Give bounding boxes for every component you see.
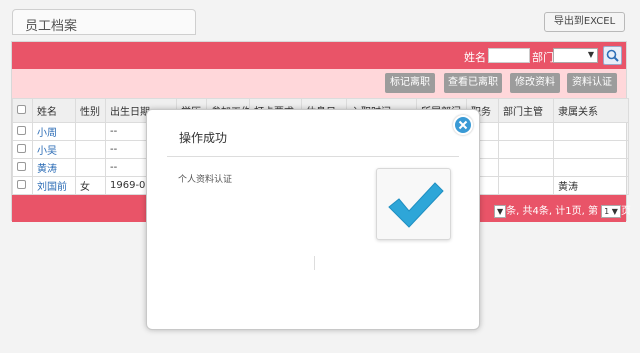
- close-icon: [458, 120, 468, 130]
- superior-cell: [553, 140, 629, 159]
- gender-cell: [75, 122, 106, 141]
- dialog-divider-mark: [314, 256, 315, 270]
- verify-profile-button[interactable]: 资料认证: [567, 73, 617, 93]
- dialog-divider: [167, 156, 459, 157]
- row-checkbox[interactable]: [17, 125, 26, 135]
- dialog-title: 操作成功: [179, 131, 228, 145]
- column-header: 部门主管: [498, 98, 554, 123]
- success-check-tile: [376, 168, 451, 240]
- superior-cell: [553, 158, 629, 177]
- mark-resigned-button[interactable]: 标记离职: [385, 73, 435, 93]
- action-bar: 标记离职 查看已离职 修改资料 资料认证: [12, 69, 626, 98]
- name-search-input[interactable]: [488, 48, 530, 63]
- employee-name-link[interactable]: 黄涛: [37, 164, 57, 175]
- employee-name-link[interactable]: 刘国前: [37, 182, 67, 193]
- dept-label: 部门: [532, 51, 554, 64]
- page-number-select[interactable]: 1 ▼: [601, 204, 621, 218]
- page-size-select[interactable]: ▼: [494, 204, 507, 218]
- chevron-down-icon: ▼: [497, 206, 504, 216]
- superior-cell: [553, 122, 629, 141]
- search-bar: 姓名 部门 ▼: [12, 42, 626, 69]
- edit-profile-button[interactable]: 修改资料: [510, 73, 560, 93]
- page-title-tab: 员工档案: [12, 9, 196, 35]
- employee-name-link[interactable]: 小吴: [37, 146, 57, 157]
- row-checkbox[interactable]: [17, 161, 26, 171]
- search-button[interactable]: [603, 46, 622, 65]
- column-header: 姓名: [32, 98, 76, 123]
- name-label: 姓名: [464, 51, 486, 64]
- dialog-message: 个人资料认证: [178, 175, 233, 185]
- success-dialog: 操作成功 个人资料认证: [146, 109, 480, 330]
- dialog-close-button[interactable]: [453, 115, 473, 135]
- chevron-down-icon: ▼: [587, 50, 594, 59]
- search-icon: [606, 49, 619, 62]
- page-number-value: 1: [604, 206, 610, 216]
- pager-text: ▼ 条, 共4条, 计1页, 第 1 ▼ 页: [494, 202, 631, 218]
- pager-suffix: 页: [620, 206, 631, 217]
- select-all-checkbox[interactable]: [17, 104, 26, 114]
- chevron-down-icon: ▼: [611, 206, 618, 216]
- checkmark-icon: [388, 182, 444, 228]
- gender-cell: 女: [75, 176, 106, 195]
- page-title: 员工档案: [25, 19, 78, 34]
- pager-summary: 条, 共4条, 计1页, 第: [506, 206, 598, 217]
- gender-cell: [75, 140, 106, 159]
- export-excel-button[interactable]: 导出到EXCEL: [544, 12, 625, 32]
- dept-select[interactable]: ▼: [553, 48, 598, 63]
- gender-cell: [75, 158, 106, 177]
- column-header: 隶属关系: [553, 98, 629, 123]
- row-checkbox[interactable]: [17, 143, 26, 153]
- row-checkbox[interactable]: [17, 179, 26, 189]
- employee-name-link[interactable]: 小周: [37, 128, 57, 139]
- view-resigned-button[interactable]: 查看已离职: [444, 73, 502, 93]
- superior-cell: 黄涛: [553, 176, 629, 195]
- select-all-cell[interactable]: [12, 98, 33, 123]
- column-header: 性别: [75, 98, 106, 123]
